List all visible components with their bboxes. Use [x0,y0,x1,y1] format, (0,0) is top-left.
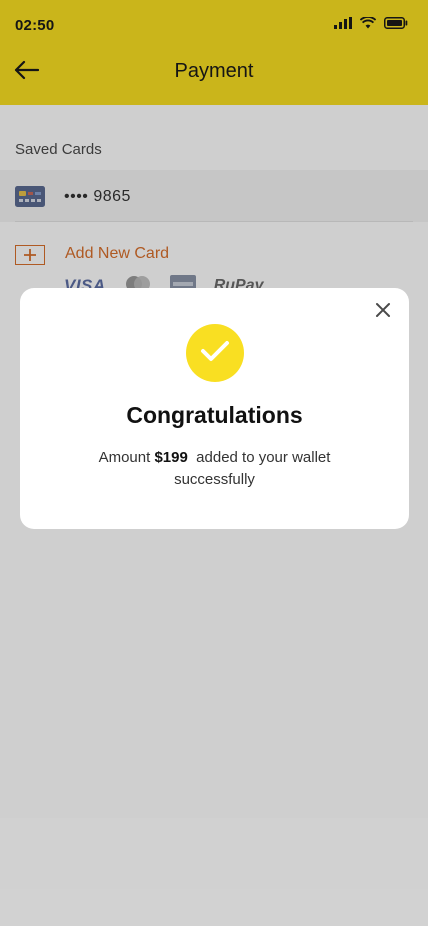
modal-message: Amount $199 added to your wallet success… [70,447,359,491]
amount-value: $199 [154,449,188,466]
success-badge [186,324,244,382]
message-prefix: Amount [98,449,155,466]
close-button[interactable] [373,302,393,322]
modal-title: Congratulations [126,402,303,428]
checkmark-icon [200,340,230,367]
message-suffix: added to your wallet successfully [174,449,335,488]
close-icon [375,302,391,323]
backdrop-lower-shade [0,818,428,926]
success-modal: Congratulations Amount $199 added to you… [20,288,409,529]
